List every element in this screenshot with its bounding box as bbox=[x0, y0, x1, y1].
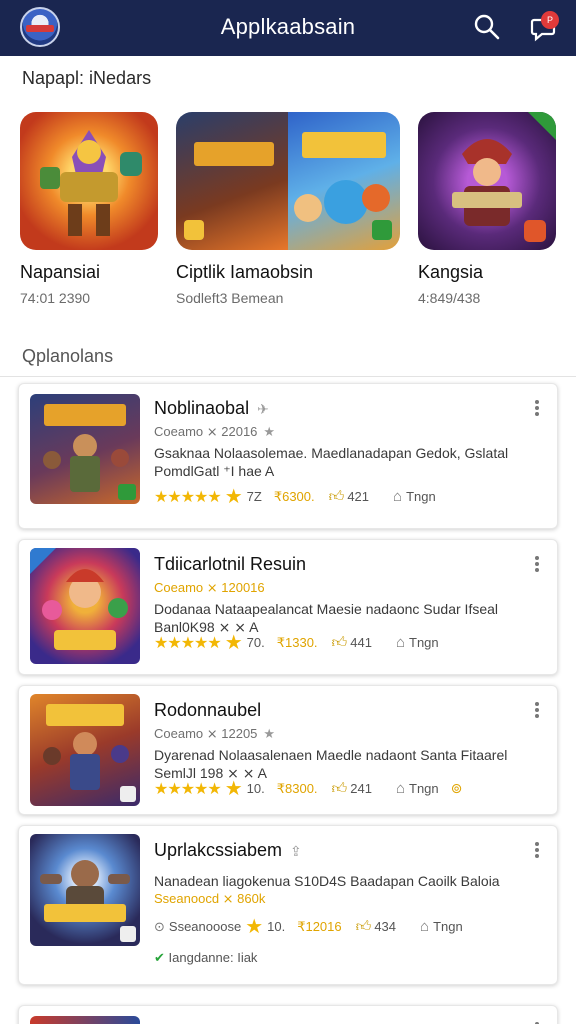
app-card-thumbnail[interactable] bbox=[30, 548, 140, 664]
check-circle-icon: ✔ bbox=[154, 950, 165, 965]
app-card-meta: Coeamo ⨯ 120016 bbox=[154, 580, 265, 595]
search-icon[interactable] bbox=[472, 12, 502, 42]
notification-badge: P bbox=[541, 11, 559, 29]
app-card-desc-line: Gsaknaa Nolaasolemae. Maedlanadapan Gedo… bbox=[154, 445, 509, 461]
featured-item-sub: 4:849/438 bbox=[418, 290, 481, 306]
rating-value: 70. bbox=[246, 635, 265, 650]
app-card-title-text: Rodonnaubel bbox=[154, 700, 262, 720]
star-rating-icon: ★★★★★ bbox=[154, 488, 222, 506]
featured-item[interactable]: Kangsia 4:849/438 bbox=[418, 112, 556, 306]
app-card-stats: ⊙ Sseanooose ★ 10. ₹12016 👍︎ 434 ⌂ Tngn bbox=[154, 914, 463, 939]
kebab-menu-icon[interactable] bbox=[529, 840, 545, 860]
app-card[interactable]: Rodonnaubel Coeamo ⨯ 12205 ★ Dyarenad Nol… bbox=[18, 685, 558, 815]
price-label: ₹12016 bbox=[297, 918, 342, 934]
star-rating-icon: ★★★★★ bbox=[154, 780, 222, 798]
app-card-description: Nanadean liagokenua S10D4S Baadapan Caoi… bbox=[154, 872, 534, 908]
price-label: ₹8300. bbox=[276, 780, 318, 796]
app-card-title-text: Noblinaobal bbox=[154, 398, 250, 418]
rating-value: 10. bbox=[267, 919, 286, 934]
app-card-stats: ★★★★★ ★ 10. ₹8300. 👍︎ 241 ⌂ Tngn ⊚ bbox=[154, 776, 462, 801]
app-card-thumbnail[interactable] bbox=[30, 834, 140, 946]
featured-item-name: Kangsia bbox=[418, 262, 484, 282]
app-card-title: Tdiicarlotnil Resuin bbox=[154, 554, 306, 575]
app-card-thumbnail[interactable] bbox=[30, 694, 140, 806]
app-card[interactable]: Noblinaobal ✈ Coeamo ⨯ 22016 ★ Gsaknaa Nol… bbox=[18, 383, 558, 529]
tag-label: Tngn bbox=[433, 919, 463, 934]
price-label: ₹1330. bbox=[276, 634, 318, 650]
list-heading: Qplanolans bbox=[22, 346, 114, 366]
status-text: Iangdanne: Iiak bbox=[168, 950, 258, 965]
app-card-desc-line: Nanadean liagokenua S10D4S Baadapan Caoi… bbox=[154, 873, 500, 889]
likes-count: 441 bbox=[350, 635, 372, 650]
featured-heading: Napapl: iNedars bbox=[22, 68, 152, 88]
tag-label: Tngn bbox=[406, 489, 436, 504]
star-icon: ★ bbox=[224, 632, 243, 654]
star-icon: ★ bbox=[245, 916, 264, 938]
thumbs-up-icon[interactable]: 👍︎ bbox=[332, 634, 348, 652]
app-card-thumbnail[interactable] bbox=[30, 394, 140, 504]
star-rating-icon: ★★★★★ bbox=[154, 634, 222, 652]
pin-icon: ✈ bbox=[257, 401, 269, 417]
likes-count: 421 bbox=[347, 489, 370, 504]
app-card-stats: ★★★★★ ★ 7Z ₹6300. 👍︎ 421 ⌂ Tngn bbox=[154, 484, 436, 509]
app-card-meta-text: Coeamo ⨯ 22016 bbox=[154, 424, 258, 439]
featured-thumbnail[interactable] bbox=[176, 112, 400, 250]
featured-item[interactable]: Ciptlik Iamaobsin Sodleft3 Bemean bbox=[176, 112, 400, 306]
tag-icon[interactable]: ⌂ bbox=[396, 634, 405, 651]
app-card[interactable]: Uprlakcssiabem ⇪ Nanadean liagokenua S10D… bbox=[18, 825, 558, 985]
tag-label: Tngn bbox=[409, 781, 439, 796]
tag-icon[interactable]: ⌂ bbox=[420, 918, 429, 935]
star-outline-icon: ★ bbox=[263, 726, 276, 741]
featured-item-sub: Sodleft3 Bemean bbox=[176, 290, 284, 306]
rating-value: 7Z bbox=[246, 489, 262, 504]
app-card-title: Rodonnaubel bbox=[154, 700, 261, 721]
section-divider bbox=[0, 376, 576, 377]
featured-item-sub: 74:01 2390 bbox=[20, 290, 91, 306]
thumbs-up-icon[interactable]: 👍︎ bbox=[329, 488, 345, 506]
featured-thumbnail[interactable] bbox=[20, 112, 158, 250]
app-card-meta: Sseanoocd ⨯ 860k bbox=[154, 891, 266, 906]
tag-icon[interactable]: ⌂ bbox=[393, 488, 402, 505]
likes-count: 434 bbox=[374, 919, 397, 934]
coin-icon: ⊚ bbox=[450, 780, 463, 796]
star-icon: ★ bbox=[224, 778, 243, 800]
tag-label: Tngn bbox=[409, 635, 439, 650]
price-label: ₹6300. bbox=[273, 488, 315, 504]
kebab-menu-icon[interactable] bbox=[529, 1020, 545, 1024]
featured-item-name: Napansiai bbox=[20, 262, 101, 282]
share-icon[interactable]: ⇪ bbox=[290, 843, 302, 859]
app-card-title: Noblinaobal ✈ bbox=[154, 398, 269, 419]
app-card-desc-line: PomdlGatl ⁺I hae A bbox=[154, 463, 275, 479]
app-card-title-text: Tdiicarlotnil Resuin bbox=[154, 554, 307, 574]
app-card-status: ✔ Iangdanne: Iiak bbox=[154, 950, 257, 966]
app-card-stats: ★★★★★ ★ 70. ₹1330. 👍︎ 441 ⌂ Tngn bbox=[154, 630, 439, 655]
kebab-menu-icon[interactable] bbox=[529, 700, 545, 720]
app-card-thumbnail[interactable] bbox=[30, 1016, 140, 1024]
app-card-meta: Coeamo ⨯ 12205 ★ bbox=[154, 726, 275, 742]
featured-item-name: Ciptlik Iamaobsin bbox=[176, 262, 314, 282]
app-card-desc-line: Dyarenad Nolaasalenaen Maedle nadaont Sa… bbox=[154, 747, 508, 763]
likes-count: 241 bbox=[350, 781, 372, 796]
app-card[interactable] bbox=[18, 1005, 558, 1024]
app-card-meta-text: Coeamo ⨯ 12205 bbox=[154, 726, 258, 741]
thumbs-up-icon[interactable]: 👍︎ bbox=[332, 780, 348, 798]
star-outline-icon: ★ bbox=[263, 424, 276, 439]
app-card-title: Uprlakcssiabem ⇪ bbox=[154, 840, 302, 861]
app-card-desc-line: Dodanaa Nataapealancat Maesie nadaonc Su… bbox=[154, 601, 499, 617]
app-card[interactable]: Tdiicarlotnil Resuin Coeamo ⨯ 120016 Dod… bbox=[18, 539, 558, 675]
rating-value: 10. bbox=[246, 781, 265, 796]
app-header: Applkaabsain P bbox=[0, 0, 576, 56]
featured-item[interactable]: Napansiai 74:01 2390 bbox=[20, 112, 158, 306]
tag-icon[interactable]: ⌂ bbox=[396, 780, 405, 797]
kebab-menu-icon[interactable] bbox=[529, 554, 545, 574]
app-card-meta: Coeamo ⨯ 22016 ★ bbox=[154, 424, 275, 440]
app-card-meta-row: Sseanooose bbox=[168, 919, 242, 934]
app-card-description: Gsaknaa Nolaasolemae. Maedlanadapan Gedo… bbox=[154, 444, 534, 480]
featured-thumbnail[interactable] bbox=[418, 112, 556, 250]
star-icon: ★ bbox=[224, 486, 243, 508]
thumbs-up-icon[interactable]: 👍︎ bbox=[356, 918, 372, 936]
clock-icon: ⊙ bbox=[154, 918, 165, 934]
kebab-menu-icon[interactable] bbox=[529, 398, 545, 418]
app-card-title-text: Uprlakcssiabem bbox=[154, 840, 283, 860]
